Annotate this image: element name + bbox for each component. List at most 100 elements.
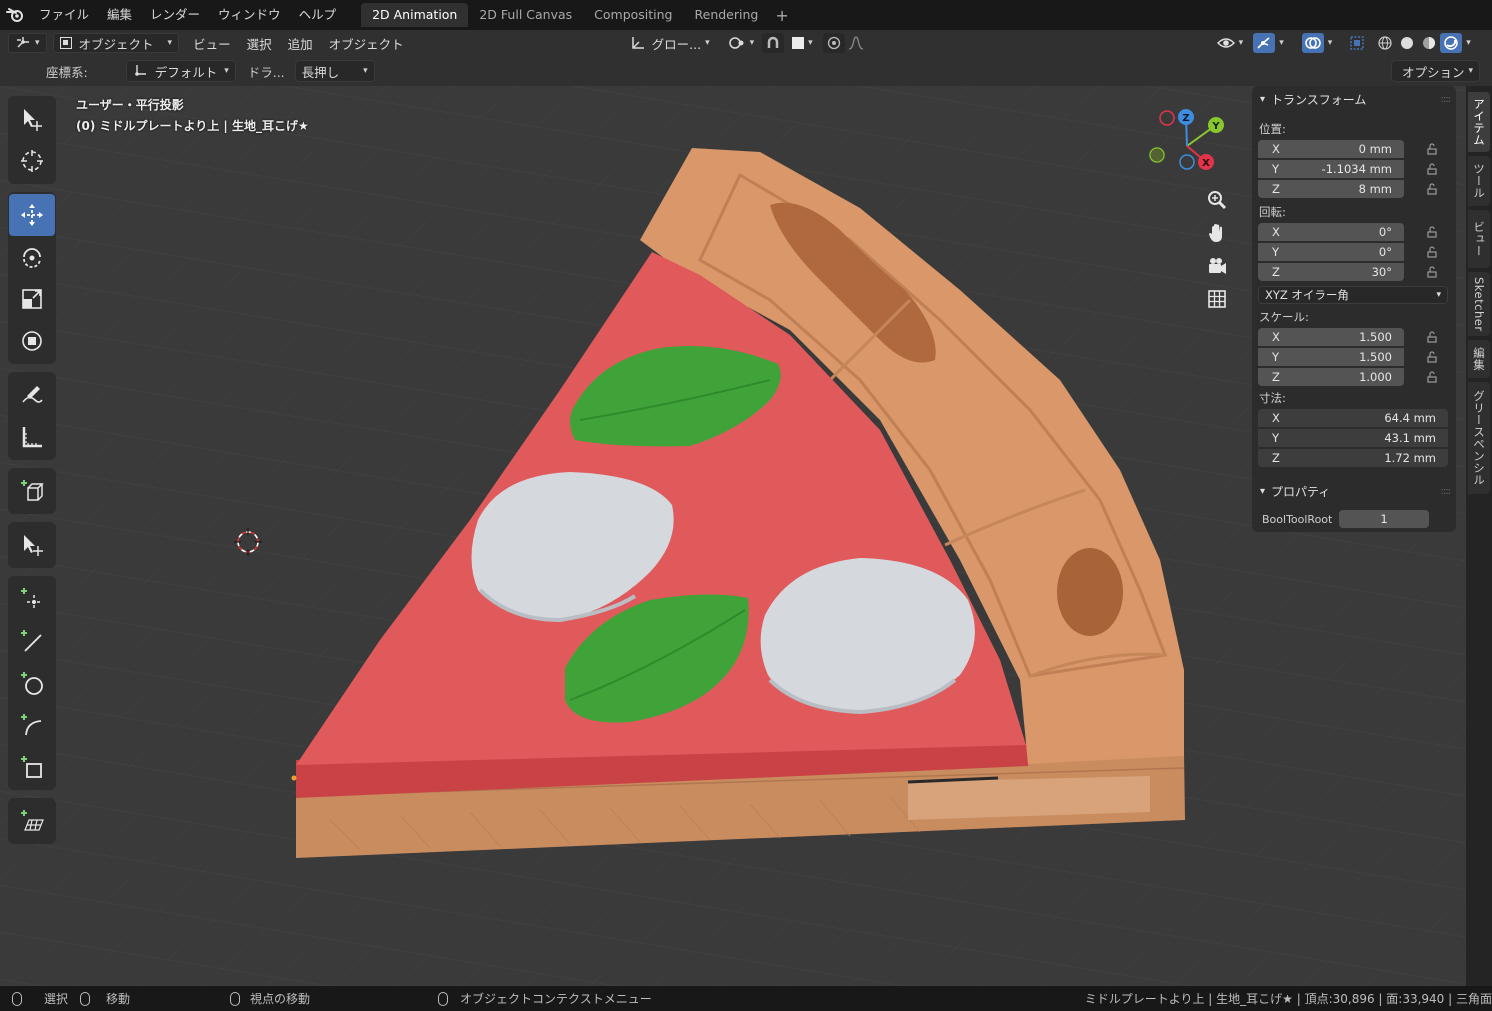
coord-system-dropdown[interactable]: デフォルト ▾ xyxy=(125,60,236,82)
chevron-down-icon[interactable]: ▾ xyxy=(1466,38,1471,48)
drag-dropdown[interactable]: 長押し ▾ xyxy=(294,60,375,82)
tab-compositing[interactable]: Compositing xyxy=(583,3,683,27)
menu-edit[interactable]: 編集 xyxy=(98,0,141,30)
lock-icon[interactable] xyxy=(1422,351,1442,363)
rotation-y-field[interactable]: Y 0° xyxy=(1258,243,1404,261)
camera-view-button[interactable] xyxy=(1202,251,1232,281)
lock-icon[interactable] xyxy=(1422,331,1442,343)
dimension-y-field[interactable]: Y 43.1 mm xyxy=(1258,429,1448,447)
visibility-dropdown[interactable]: ▾ xyxy=(1211,33,1250,53)
select-box-tool[interactable] xyxy=(9,98,55,140)
add-point-tool[interactable] xyxy=(9,578,55,620)
drag-handle-icon[interactable]: :::: xyxy=(1441,94,1452,105)
tab-2d-animation[interactable]: 2D Animation xyxy=(361,3,469,27)
menu-add[interactable]: 追加 xyxy=(280,34,321,53)
overlays-toggle[interactable] xyxy=(1301,33,1324,53)
rotation-z-field[interactable]: Z 30° xyxy=(1258,263,1404,281)
location-z-field[interactable]: Z 8 mm xyxy=(1258,180,1404,198)
lock-icon[interactable] xyxy=(1422,143,1442,155)
tab-edit[interactable]: 編集 xyxy=(1468,340,1490,378)
location-y-field[interactable]: Y -1.1034 mm xyxy=(1258,160,1404,178)
tab-2d-full-canvas[interactable]: 2D Full Canvas xyxy=(468,3,583,27)
transform-panel-header[interactable]: ▾ トランスフォーム :::: xyxy=(1252,86,1456,112)
move-gp-tool[interactable] xyxy=(9,524,55,566)
lock-icon[interactable] xyxy=(1422,266,1442,278)
dimension-z-field[interactable]: Z 1.72 mm xyxy=(1258,449,1448,467)
lock-icon[interactable] xyxy=(1422,371,1442,383)
menu-file[interactable]: ファイル xyxy=(30,0,98,30)
chevron-down-icon[interactable]: ▾ xyxy=(1328,38,1333,48)
shading-material-button[interactable] xyxy=(1418,33,1440,53)
add-arc-tool[interactable] xyxy=(9,704,55,746)
3d-cursor-icon[interactable] xyxy=(232,526,264,558)
3d-viewport[interactable] xyxy=(0,86,1466,986)
object-mode-icon xyxy=(59,37,72,49)
xray-toggle[interactable] xyxy=(1346,33,1368,53)
tab-sketcher[interactable]: Sketcher xyxy=(1468,272,1490,336)
rotation-x-field[interactable]: X 0° xyxy=(1258,223,1404,241)
transform-orientation-dropdown[interactable]: グロー... ▾ xyxy=(624,33,716,53)
drag-handle-icon[interactable]: :::: xyxy=(1441,486,1452,497)
add-grid-tool[interactable] xyxy=(9,800,55,842)
add-workspace-button[interactable]: + xyxy=(769,6,794,25)
proportional-edit-toggle[interactable] xyxy=(822,33,845,53)
lock-icon[interactable] xyxy=(1422,226,1442,238)
gizmo-toggle[interactable] xyxy=(1253,33,1276,53)
dimension-x-field[interactable]: X 64.4 mm xyxy=(1258,409,1448,427)
pizza-model[interactable] xyxy=(0,86,1466,986)
rotation-mode-dropdown[interactable]: XYZ オイラー角 ▾ xyxy=(1258,286,1448,304)
measure-tool[interactable] xyxy=(9,416,55,458)
pan-view-button[interactable] xyxy=(1202,218,1232,248)
move-tool[interactable] xyxy=(9,194,55,236)
location-x-field[interactable]: X 0 mm xyxy=(1258,140,1404,158)
rotate-tool[interactable] xyxy=(9,236,55,278)
tab-grease-pencil-label: グリースペンシル xyxy=(1472,390,1486,486)
properties-panel-header[interactable]: ▾ プロパティ :::: xyxy=(1252,478,1456,504)
axis-gizmo[interactable]: Z Y X xyxy=(1142,104,1232,184)
add-box-tool[interactable] xyxy=(9,746,55,788)
tab-tool[interactable]: ツール xyxy=(1468,156,1490,206)
shading-rendered-button[interactable] xyxy=(1440,33,1463,53)
tab-rendering[interactable]: Rendering xyxy=(684,3,770,27)
options-dropdown[interactable]: オプション ▾ xyxy=(1391,60,1480,82)
scale-tool[interactable] xyxy=(9,278,55,320)
scale-x-field[interactable]: X 1.500 xyxy=(1258,328,1404,346)
menu-help[interactable]: ヘルプ xyxy=(290,0,346,30)
snap-target-dropdown[interactable]: ▾ xyxy=(786,33,819,53)
shading-wireframe-button[interactable] xyxy=(1374,33,1396,53)
menu-object[interactable]: オブジェクト xyxy=(321,34,412,53)
snap-toggle[interactable] xyxy=(762,33,785,53)
add-circle-tool[interactable] xyxy=(9,662,55,704)
editor-type-button[interactable]: ▾ xyxy=(8,33,47,53)
gizmo-icon xyxy=(1257,37,1270,49)
blender-logo-icon[interactable] xyxy=(0,0,30,30)
scale-z-field[interactable]: Z 1.000 xyxy=(1258,368,1404,386)
scale-label: スケール: xyxy=(1259,310,1309,324)
menu-render[interactable]: レンダー xyxy=(141,0,209,30)
tab-grease-pencil[interactable]: グリースペンシル xyxy=(1468,382,1490,494)
lock-icon[interactable] xyxy=(1422,163,1442,175)
transform-tool[interactable] xyxy=(9,320,55,362)
zoom-view-button[interactable] xyxy=(1202,185,1232,215)
navigation-gizmo[interactable]: Z Y X xyxy=(1142,104,1232,184)
pivot-point-dropdown[interactable]: ▾ xyxy=(722,33,761,53)
menu-select[interactable]: 選択 xyxy=(239,34,280,53)
mode-selector[interactable]: オブジェクト ▾ xyxy=(52,33,180,53)
lock-icon[interactable] xyxy=(1422,183,1442,195)
cursor-tool[interactable] xyxy=(9,140,55,182)
tab-view[interactable]: ビュー xyxy=(1468,210,1490,268)
add-cube-tool[interactable] xyxy=(9,470,55,512)
proportional-falloff-dropdown[interactable] xyxy=(845,33,867,53)
scale-y-field[interactable]: Y 1.500 xyxy=(1258,348,1404,366)
shading-solid-button[interactable] xyxy=(1396,33,1418,53)
add-line-tool[interactable] xyxy=(9,620,55,662)
menu-window[interactable]: ウィンドウ xyxy=(209,0,290,30)
annotate-tool[interactable] xyxy=(9,374,55,416)
dimensions-label: 寸法: xyxy=(1259,391,1286,405)
custom-property-value[interactable]: 1 xyxy=(1339,510,1429,528)
lock-icon[interactable] xyxy=(1422,246,1442,258)
toggle-perspective-button[interactable] xyxy=(1202,284,1232,314)
tab-item[interactable]: アイテム xyxy=(1468,92,1490,152)
menu-view[interactable]: ビュー xyxy=(185,34,239,53)
chevron-down-icon[interactable]: ▾ xyxy=(1279,38,1284,48)
